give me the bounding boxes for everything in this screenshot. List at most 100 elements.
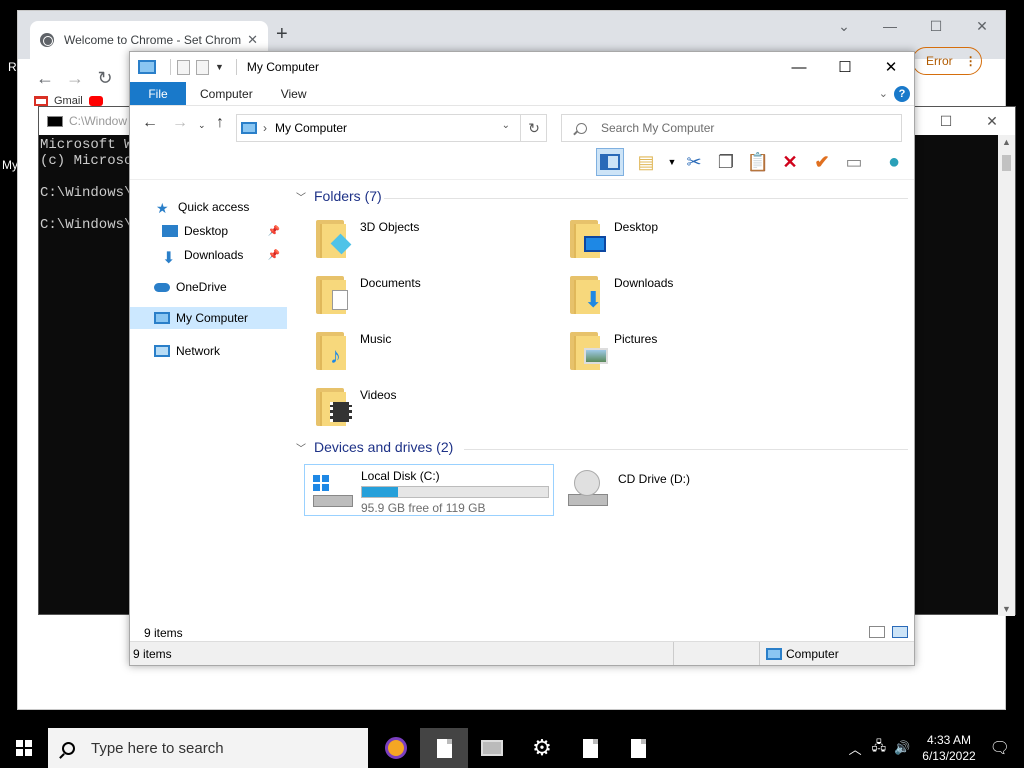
tab-view[interactable]: View [267, 82, 321, 105]
volume-icon[interactable]: 🔊 [894, 740, 910, 756]
reload-icon[interactable]: ↻ [90, 68, 120, 89]
chrome-menu-icon[interactable]: ⋮ [965, 54, 977, 68]
chrome-error-button[interactable]: Error ⋮ [912, 47, 982, 75]
taskbar-app-document-3[interactable] [614, 728, 662, 768]
taskbar-app-settings[interactable]: ⚙ [518, 728, 566, 768]
address-dropdown-icon[interactable]: ⌄ [502, 120, 510, 131]
nav-my-computer[interactable]: My Computer [130, 307, 287, 329]
pin-icon[interactable]: 📌 [268, 250, 280, 261]
forward-icon[interactable]: → [172, 114, 188, 132]
desktop-icon-label-fragment: My [2, 158, 18, 172]
folder-downloads[interactable]: ⬇ Downloads [568, 272, 673, 316]
search-box[interactable]: Search My Computer [561, 114, 902, 142]
breadcrumb-chevron-icon[interactable]: › [263, 121, 267, 135]
taskbar-app-explorer[interactable] [468, 728, 516, 768]
folders-group-header[interactable]: ﹀ Folders (7) [296, 188, 382, 204]
folder-documents[interactable]: Documents [314, 272, 421, 316]
scroll-up-icon[interactable]: ▲ [1002, 137, 1011, 147]
drive-cd-d[interactable]: CD Drive (D:) [564, 468, 690, 508]
cmd-maximize-icon[interactable]: ☐ [923, 107, 969, 135]
nav-downloads[interactable]: ⬇ Downloads 📌 [162, 244, 286, 267]
properties-icon[interactable] [177, 59, 190, 75]
help-icon[interactable]: ? [894, 86, 910, 102]
cmd-close-icon[interactable]: ✕ [969, 107, 1015, 135]
tab-file[interactable]: File [130, 82, 186, 105]
tab-computer[interactable]: Computer [186, 82, 267, 105]
notifications-icon[interactable]: 🗨 [990, 738, 1010, 758]
folder-music[interactable]: ♪ Music [314, 328, 391, 372]
up-arrow-icon[interactable]: ↑ [216, 114, 224, 132]
youtube-icon[interactable] [88, 96, 103, 106]
chrome-maximize-icon[interactable]: ☐ [913, 11, 959, 41]
recent-locations-icon[interactable]: ⌄ [198, 120, 206, 131]
navigation-pane-icon[interactable] [596, 148, 624, 176]
checkmark-icon[interactable]: ✔ [808, 148, 836, 176]
drive-name: Local Disk (C:) [361, 469, 440, 483]
chrome-close-icon[interactable]: ✕ [959, 11, 1005, 41]
chevron-up-icon[interactable]: ︿ [849, 739, 862, 758]
back-icon[interactable]: ← [142, 114, 158, 132]
folder-name: Videos [360, 388, 397, 402]
new-tab-icon[interactable]: + [276, 23, 288, 46]
folder-name: Downloads [614, 276, 674, 290]
minimize-icon[interactable]: — [776, 52, 822, 82]
address-bar[interactable]: › My Computer ⌄ [236, 114, 547, 142]
nav-onedrive[interactable]: OneDrive [154, 276, 286, 298]
folder-pictures[interactable]: Pictures [568, 328, 657, 372]
back-arrow-icon[interactable]: ← [30, 68, 60, 89]
nav-quick-access[interactable]: ★ Quick access [156, 196, 286, 218]
maximize-icon[interactable]: ☐ [822, 52, 868, 82]
group-divider [384, 198, 908, 199]
close-tab-icon[interactable]: ✕ [247, 32, 258, 48]
forward-arrow-icon[interactable]: → [60, 68, 90, 89]
customize-qa-icon[interactable]: ▼ [215, 62, 224, 72]
layout-icon[interactable]: ▤ [632, 148, 660, 176]
taskbar-search[interactable]: Type here to search [48, 728, 368, 768]
explorer-titlebar[interactable]: ▼ My Computer — ☐ ✕ [130, 52, 914, 82]
window-title: My Computer [246, 60, 319, 74]
drives-group-header[interactable]: ﹀ Devices and drives (2) [296, 439, 453, 455]
folder-name: Pictures [614, 332, 658, 346]
taskbar-app-browser[interactable] [372, 728, 420, 768]
folder-pictures-icon [568, 328, 608, 372]
folder-name: Documents [360, 276, 421, 290]
close-icon[interactable]: ✕ [868, 52, 914, 82]
cmd-scroll-thumb[interactable] [1002, 155, 1011, 171]
properties-globe-icon[interactable]: ● [880, 148, 908, 176]
content-pane: ﹀ Folders (7) 3D Objects Desktop Documen… [290, 180, 916, 620]
collapse-chevron-icon[interactable]: ﹀ [296, 440, 306, 455]
taskbar-app-document-2[interactable] [566, 728, 614, 768]
rename-icon[interactable]: ▭ [840, 148, 868, 176]
chrome-minimize-icon[interactable]: — [867, 11, 913, 41]
collapse-chevron-icon[interactable]: ﹀ [296, 189, 306, 204]
nav-network[interactable]: Network [154, 340, 286, 362]
folder-3d-objects[interactable]: 3D Objects [314, 216, 419, 260]
large-icons-view-icon[interactable] [892, 626, 908, 638]
refresh-icon[interactable]: ↻ [520, 114, 547, 142]
cut-icon[interactable]: ✂ [680, 148, 708, 176]
desktop-icon [162, 225, 178, 237]
details-view-icon[interactable] [869, 626, 885, 638]
taskbar-app-document-active[interactable] [420, 728, 468, 768]
folder-videos[interactable]: Videos [314, 384, 396, 428]
cmd-scrollbar[interactable]: ▲ ▼ [998, 135, 1015, 616]
network-icon[interactable]: 🖧 [872, 737, 887, 759]
drive-local-disk-c[interactable]: Local Disk (C:) 95.9 GB free of 119 GB [304, 464, 554, 516]
clock[interactable]: 4:33 AM 6/13/2022 [922, 732, 975, 764]
scroll-down-icon[interactable]: ▼ [1002, 604, 1011, 614]
nav-desktop[interactable]: Desktop 📌 [162, 220, 286, 242]
folder-desktop[interactable]: Desktop [568, 216, 658, 260]
paste-icon[interactable]: 📋 [744, 148, 772, 176]
desktop-label-fragment: R [8, 60, 17, 74]
pin-icon[interactable]: 📌 [268, 226, 280, 237]
start-button[interactable] [0, 728, 48, 768]
expand-ribbon-icon[interactable]: ⌄ [879, 87, 888, 100]
folder-name: Desktop [614, 220, 659, 234]
new-folder-icon[interactable] [196, 59, 209, 75]
delete-icon[interactable]: ✕ [776, 148, 804, 176]
computer-icon [481, 740, 503, 756]
copy-icon[interactable]: ❐ [712, 148, 740, 176]
folder-3d-icon [314, 216, 352, 260]
chrome-tab-search-icon[interactable]: ⌄ [821, 11, 867, 41]
nav-label: Quick access [178, 200, 250, 214]
